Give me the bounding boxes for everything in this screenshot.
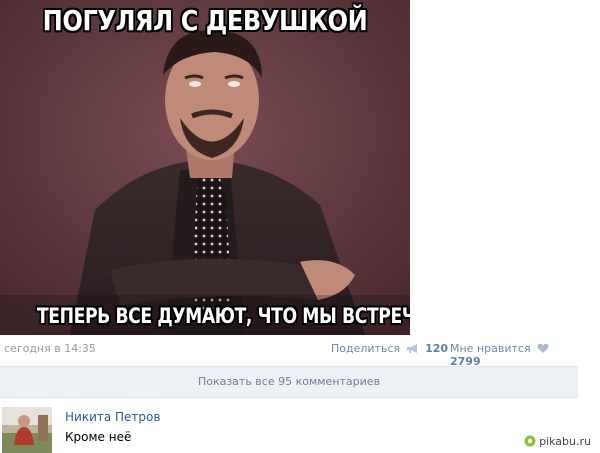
avatar[interactable] <box>2 407 52 453</box>
meme-photo <box>0 0 410 335</box>
avatar-photo <box>2 407 52 453</box>
comment-text: Кроме неё <box>65 430 132 444</box>
pikabu-watermark: pikabu.ru <box>521 433 594 449</box>
meme-image[interactable]: ПОГУЛЯЛ С ДЕВУШКОЙ ТЕПЕРЬ ВСЕ ДУМАЮТ, ЧТ… <box>0 0 410 335</box>
show-all-comments-button[interactable]: Показать все 95 комментариев <box>0 366 578 398</box>
share-count: 120 <box>425 342 449 355</box>
meme-caption-bottom: ТЕПЕРЬ ВСЕ ДУМАЮТ, ЧТО МЫ ВСТРЕЧАЕМСЯ <box>36 304 410 328</box>
post-date[interactable]: сегодня в 14:35 <box>4 342 96 355</box>
like-button[interactable]: Мне нравится 2799 <box>450 342 578 368</box>
watermark-text: pikabu.ru <box>539 434 591 448</box>
like-label: Мне нравится <box>450 342 531 355</box>
pikabu-logo-icon <box>524 435 536 447</box>
heart-icon <box>537 343 549 353</box>
meme-caption-top: ПОГУЛЯЛ С ДЕВУШКОЙ <box>42 4 368 37</box>
comment-author-link[interactable]: Никита Петров <box>65 410 160 424</box>
share-button[interactable]: Поделиться 120 <box>331 342 448 355</box>
post-meta-row: сегодня в 14:35 Поделиться 120 Мне нрави… <box>0 338 578 368</box>
share-label: Поделиться <box>331 342 401 355</box>
megaphone-icon <box>406 344 417 353</box>
comment-item: Никита Петров Кроме неё pikabu.ru <box>0 405 600 453</box>
